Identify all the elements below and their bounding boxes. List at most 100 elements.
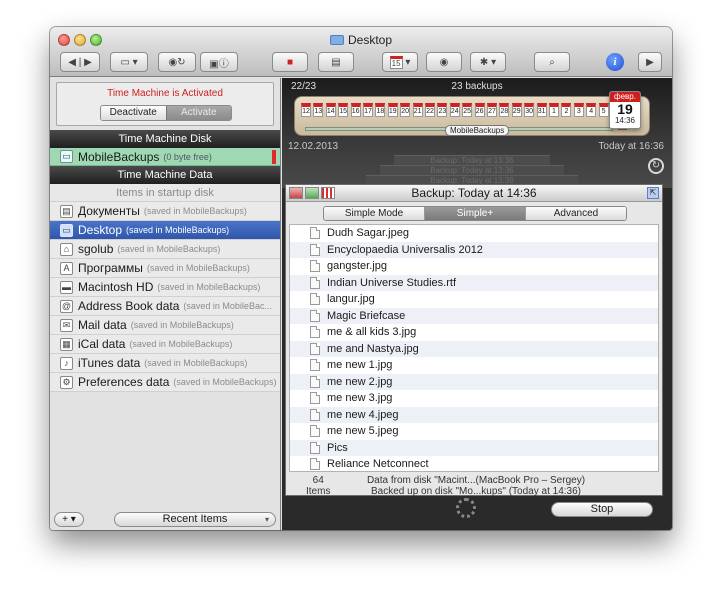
- tab-advanced[interactable]: Advanced: [525, 207, 626, 220]
- refresh-icon[interactable]: ↻: [648, 158, 664, 174]
- timeline-day-calendar[interactable]: 24: [449, 103, 460, 117]
- disk-section-header: Time Machine Disk: [50, 130, 280, 148]
- tab-simple-plus[interactable]: Simple+: [424, 207, 525, 220]
- timeline-day-calendar[interactable]: 18: [375, 103, 386, 117]
- file-row[interactable]: gangster.jpg: [290, 258, 658, 275]
- file-row[interactable]: Magic Briefcase: [290, 307, 658, 324]
- file-row[interactable]: me new 4.jpeg: [290, 406, 658, 423]
- sidebar-item-label: Программы: [78, 261, 143, 275]
- tab-simple-mode[interactable]: Simple Mode: [324, 207, 424, 220]
- sidebar-item[interactable]: ⚙ Preferences data (saved in MobileBackups…: [50, 373, 280, 392]
- timeline-day-calendar[interactable]: 20: [400, 103, 411, 117]
- file-name: Magic Briefcase: [327, 309, 406, 322]
- sidebar-item[interactable]: @ Address Book data (saved in MobileBac...: [50, 297, 280, 316]
- recent-items-popup[interactable]: Recent Items ▾: [114, 512, 276, 527]
- get-info-button[interactable]: ▣ⓘ: [200, 52, 238, 72]
- sidebar-item[interactable]: ▦ iCal data (saved in MobileBackups): [50, 335, 280, 354]
- timeline-day-calendar[interactable]: 25: [462, 103, 473, 117]
- file-row[interactable]: Reliance Netconnect: [290, 456, 658, 471]
- file-row[interactable]: Encyclopaedia Universalis 2012: [290, 241, 658, 258]
- timeline-day-calendar[interactable]: 26: [474, 103, 485, 117]
- delete-button[interactable]: ■: [272, 52, 308, 72]
- file-row[interactable]: me new 2.jpg: [290, 373, 658, 390]
- timeline-day-calendar[interactable]: 27: [487, 103, 497, 117]
- sidebar-item-label: Preferences data: [78, 375, 170, 389]
- file-row[interactable]: me & all kids 3.jpg: [290, 324, 658, 341]
- activation-toggle[interactable]: Deactivate Activate: [100, 105, 232, 121]
- data-section-header: Time Machine Data: [50, 166, 280, 184]
- deactivate-button[interactable]: Deactivate: [101, 106, 166, 120]
- timeline-day-calendar[interactable]: 1: [549, 103, 559, 117]
- timeline-day-calendar[interactable]: 2: [561, 103, 572, 117]
- reveal-button[interactable]: ▤: [318, 52, 354, 72]
- sidebar-items: ▤ Документы (saved in MobileBackups) ▭ Deskt…: [50, 202, 280, 392]
- timeline-day-calendar[interactable]: 15: [338, 103, 349, 117]
- time-machine-icon: ◉↻: [168, 56, 186, 68]
- timeline-day-calendar[interactable]: 14: [325, 103, 336, 117]
- sidebar-item[interactable]: ⌂ sgolub (saved in MobileBackups): [50, 240, 280, 259]
- quick-look-button[interactable]: ◉: [426, 52, 462, 72]
- file-row[interactable]: me new 3.jpg: [290, 390, 658, 407]
- file-row[interactable]: me new 1.jpg: [290, 357, 658, 374]
- timeline-day-calendar[interactable]: 21: [412, 103, 423, 117]
- timeline-day-calendar[interactable]: 13: [313, 103, 324, 117]
- mode-tabs[interactable]: Simple Mode Simple+ Advanced: [323, 206, 627, 221]
- file-row[interactable]: langur.jpg: [290, 291, 658, 308]
- sidebar-item[interactable]: ▤ Документы (saved in MobileBackups): [50, 202, 280, 221]
- timeline-day-calendar[interactable]: 4: [586, 103, 597, 117]
- backup-disk-row[interactable]: ▭ MobileBackups (0 byte free): [50, 148, 280, 166]
- view-menu-button[interactable]: ▭ ▾: [110, 52, 148, 72]
- chart-icon[interactable]: [305, 187, 319, 199]
- timeline-day-calendar[interactable]: 3: [573, 103, 584, 117]
- sidebar-item[interactable]: ♪ iTunes data (saved in MobileBackups): [50, 354, 280, 373]
- sidebar-item-label: Документы: [78, 204, 140, 218]
- calendar-button[interactable]: 15 ▾: [382, 52, 418, 72]
- timeline-day-calendar[interactable]: 19: [387, 103, 398, 117]
- image-icon[interactable]: [289, 187, 303, 199]
- back-arrow-icon[interactable]: ◀: [68, 57, 76, 68]
- info-button[interactable]: i: [606, 53, 624, 71]
- timeline-day-calendar[interactable]: 5: [598, 103, 609, 117]
- file-icon: [310, 227, 320, 240]
- app-window: Desktop ◀ | ▶ ▭ ▾ ◉↻ ▣ⓘ ■ ▤ 15 ▾ ◉ ✱ ▾ ⌕…: [50, 27, 672, 530]
- search-button[interactable]: ⌕: [534, 52, 570, 72]
- activate-button[interactable]: Activate: [165, 106, 231, 120]
- play-button[interactable]: ▶: [638, 52, 662, 72]
- timeline-day-calendar[interactable]: 29: [511, 103, 522, 117]
- file-icon: [310, 408, 320, 421]
- timeline-day-calendar[interactable]: 16: [350, 103, 361, 117]
- file-row[interactable]: Pics: [290, 439, 658, 456]
- back-forward-buttons[interactable]: ◀ | ▶: [60, 52, 100, 72]
- timeline-day-calendar[interactable]: 12: [301, 103, 311, 117]
- timeline-day-calendar[interactable]: 23: [437, 103, 448, 117]
- chevron-down-icon: ▾: [264, 515, 269, 524]
- file-row[interactable]: Dudh Sagar.jpeg: [290, 225, 658, 242]
- sidebar-item[interactable]: ✉ Mail data (saved in MobileBackups): [50, 316, 280, 335]
- stop-button[interactable]: Stop: [551, 502, 653, 517]
- sidebar-item[interactable]: ▭ Desktop (saved in MobileBackups): [50, 221, 280, 240]
- timeline-strip[interactable]: MobileBackups февр. 19 14:36 12 13 14 15 16 1…: [294, 91, 650, 136]
- sidebar-item-detail: (saved in MobileBackups): [126, 225, 230, 235]
- add-item-button[interactable]: + ▾: [54, 512, 84, 527]
- window-icon: ▭ ▾: [120, 56, 138, 68]
- restore-button[interactable]: ◉↻: [158, 52, 196, 72]
- timeline-day-calendar[interactable]: 31: [536, 103, 547, 117]
- timeline-day-calendar[interactable]: 17: [363, 103, 373, 117]
- timeline-day-calendar[interactable]: 28: [499, 103, 510, 117]
- timeline-day-calendar[interactable]: 30: [524, 103, 535, 117]
- window-title: Desktop: [50, 33, 672, 47]
- action-button[interactable]: ✱ ▾: [470, 52, 506, 72]
- mail-icon: ✉: [60, 318, 73, 332]
- sidebar-item[interactable]: ▬ Macintosh HD (saved in MobileBackups): [50, 278, 280, 297]
- collapse-icon[interactable]: ⇱: [647, 187, 659, 199]
- time-machine-status-box: Time Machine is Activated Deactivate Act…: [56, 82, 274, 126]
- timeline-day-calendar[interactable]: 22: [425, 103, 435, 117]
- file-row[interactable]: me new 5.jpeg: [290, 423, 658, 440]
- sidebar-item-label: iCal data: [78, 337, 126, 351]
- file-name: me new 5.jpeg: [327, 425, 399, 438]
- forward-arrow-icon[interactable]: ▶: [84, 57, 92, 68]
- sidebar-item[interactable]: A Программы (saved in MobileBackups): [50, 259, 280, 278]
- file-row[interactable]: Indian Universe Studies.rtf: [290, 274, 658, 291]
- bar-chart-icon[interactable]: [321, 187, 335, 199]
- file-row[interactable]: me and Nastya.jpg: [290, 340, 658, 357]
